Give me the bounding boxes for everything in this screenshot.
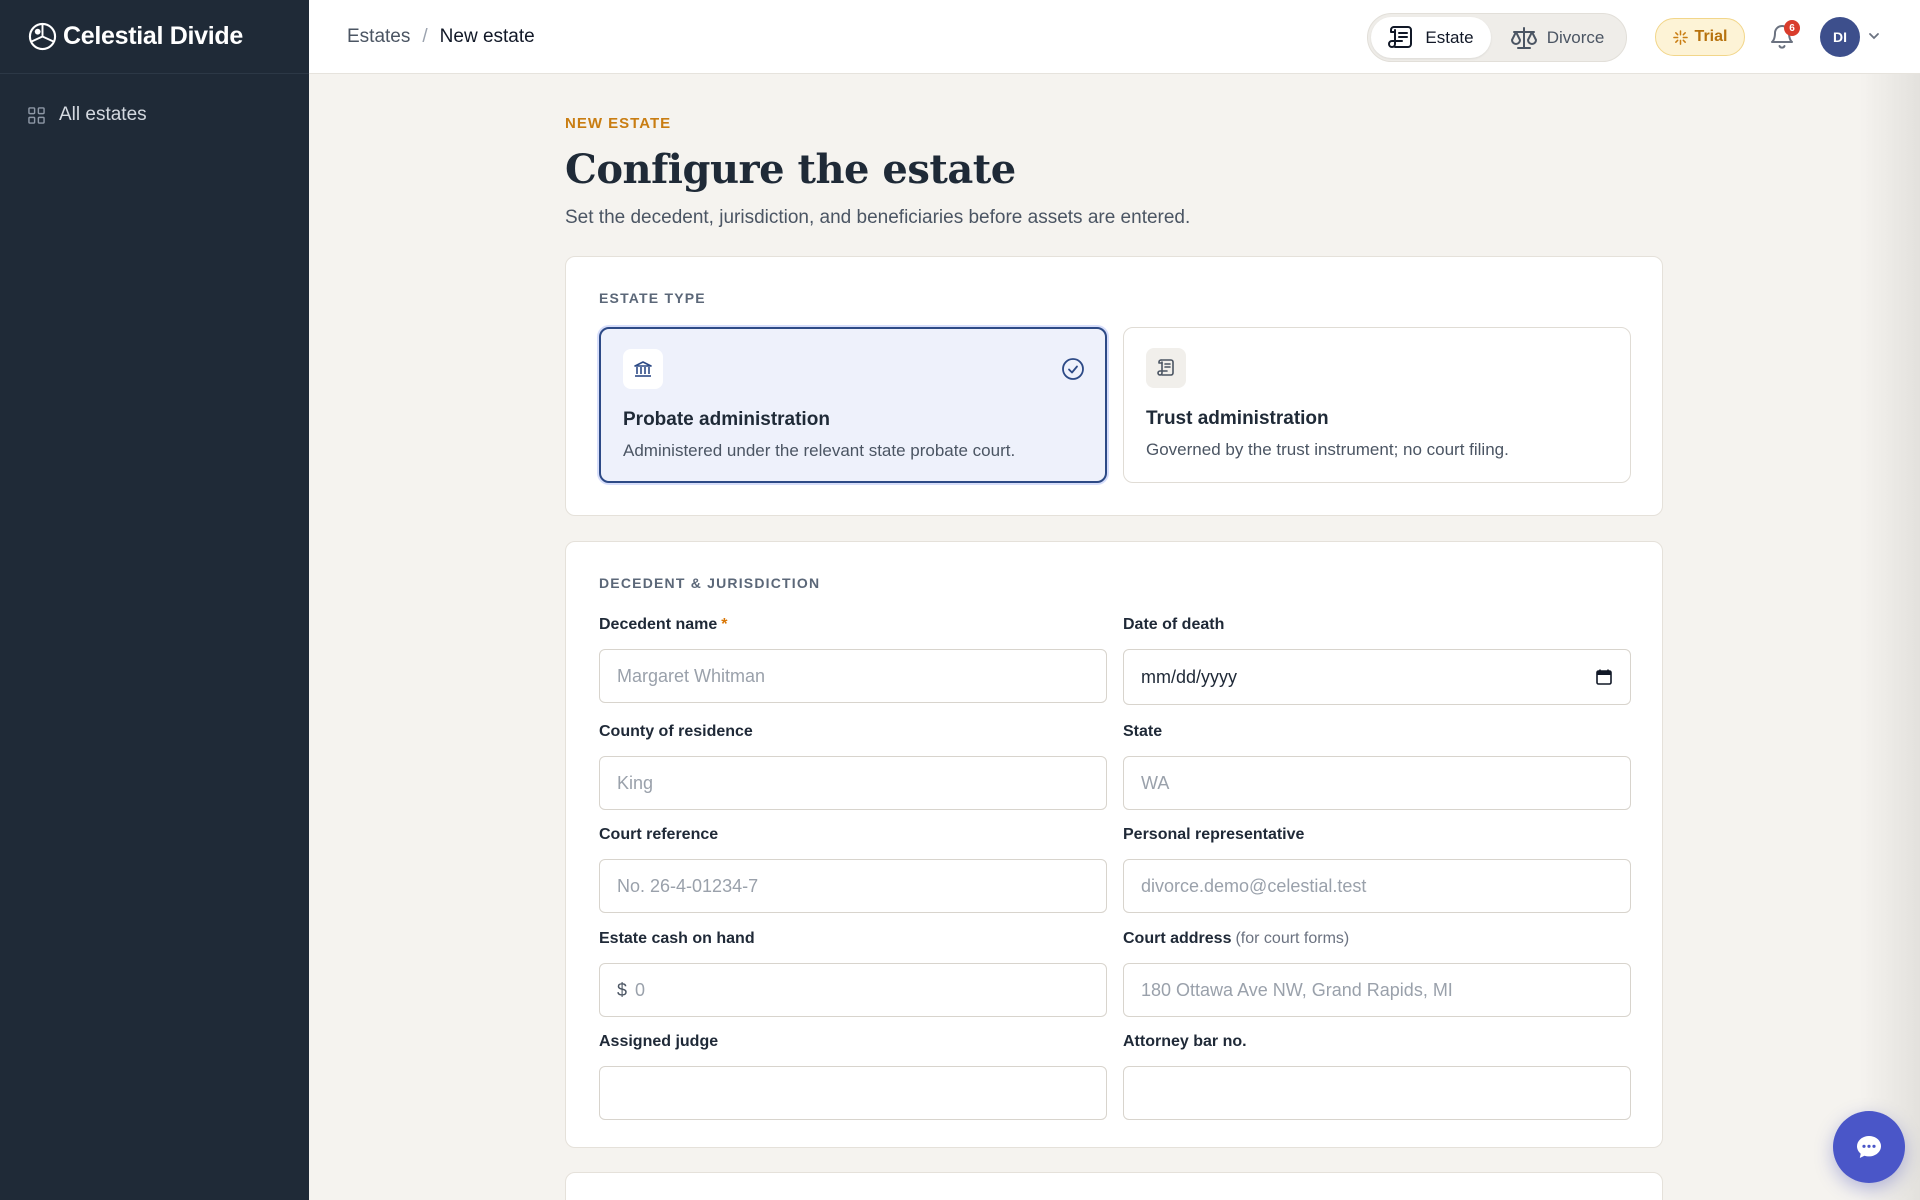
check-circle-icon	[1062, 358, 1084, 380]
court-reference-label: Court reference	[599, 826, 719, 843]
attorney-bar-field: Attorney bar no.	[1123, 1033, 1631, 1120]
state-label: State	[1123, 723, 1163, 740]
date-of-death-input[interactable]: mm/dd/yyyy	[1123, 649, 1631, 705]
mode-divorce-label: Divorce	[1546, 27, 1605, 47]
assigned-judge-field: Assigned judge	[599, 1033, 1107, 1120]
page-subtitle: Set the decedent, jurisdiction, and bene…	[565, 207, 1191, 228]
breadcrumb: Estates / New estate	[347, 0, 535, 74]
currency-prefix: $	[617, 979, 628, 1000]
court-address-label-text: Court address	[1123, 930, 1232, 947]
county-label: County of residence	[599, 723, 753, 740]
probate-icon-wrap	[623, 349, 663, 389]
mode-switch: Estate Divorce	[1367, 13, 1627, 62]
decedent-name-label: Decedent name *	[599, 616, 1107, 638]
cash-on-hand-field: Estate cash on hand $	[599, 930, 1107, 1017]
notifications-button[interactable]: 6	[1767, 20, 1800, 53]
scroll-icon	[1388, 25, 1413, 48]
sidebar-item-all-estates[interactable]: All estates	[0, 102, 309, 128]
main-content: NEW ESTATE Configure the estate Set the …	[565, 74, 1663, 1200]
assigned-judge-input[interactable]	[617, 1082, 1089, 1104]
estate-type-card: ESTATE TYPE Probate administration Admin…	[565, 256, 1663, 516]
mode-estate-label: Estate	[1425, 27, 1474, 47]
mode-divorce-button[interactable]: Divorce	[1491, 17, 1623, 58]
sidebar-item-label: All estates	[59, 104, 147, 125]
breadcrumb-separator: /	[422, 26, 428, 47]
trust-description: Governed by the trust instrument; no cou…	[1146, 440, 1509, 459]
breadcrumb-estates-link[interactable]: Estates	[347, 26, 410, 48]
grid-icon	[28, 106, 45, 124]
decedent-name-input-box	[599, 649, 1107, 703]
scroll-shadow	[1860, 74, 1920, 1200]
state-input-box	[1123, 756, 1631, 810]
court-address-label: Court address (for court forms)	[1123, 930, 1631, 952]
date-of-death-field: Date of death mm/dd/yyyy	[1123, 616, 1631, 705]
logo-icon	[28, 22, 57, 51]
personal-rep-label: Personal representative	[1123, 826, 1305, 843]
court-address-hint: (for court forms)	[1235, 930, 1350, 947]
court-address-input-box	[1123, 963, 1631, 1017]
next-section-card	[565, 1172, 1663, 1200]
breadcrumb-current: New estate	[439, 26, 535, 47]
personal-rep-field: Personal representative	[1123, 826, 1631, 913]
decedent-name-label-text: Decedent name	[599, 616, 718, 633]
date-of-death-label: Date of death	[1123, 616, 1225, 633]
trust-option[interactable]: Trust administration Governed by the tru…	[1123, 327, 1631, 483]
estate-type-heading: ESTATE TYPE	[599, 290, 706, 306]
topbar: Estates / New estate Estate Divorce Tria…	[309, 0, 1920, 74]
decedent-heading: DECEDENT & JURISDICTION	[599, 575, 821, 591]
trial-label: Trial	[1694, 28, 1728, 45]
decedent-card: DECEDENT & JURISDICTION Decedent name* D…	[565, 541, 1663, 1148]
probate-option[interactable]: Probate administration Administered unde…	[599, 327, 1107, 483]
trial-badge[interactable]: Trial	[1655, 18, 1745, 56]
sparkle-icon	[1672, 29, 1688, 45]
court-reference-input-box	[599, 859, 1107, 913]
scroll-icon	[1157, 359, 1174, 376]
cash-on-hand-input[interactable]	[635, 979, 1089, 1001]
county-input[interactable]	[617, 772, 1089, 794]
cash-on-hand-label: Estate cash on hand	[599, 930, 755, 947]
page-title: Configure the estate	[565, 146, 1016, 193]
probate-title: Probate administration	[623, 409, 830, 430]
probate-description: Administered under the relevant state pr…	[623, 441, 1016, 460]
decedent-name-field: Decedent name *	[599, 616, 1107, 703]
chat-bubble-icon	[1857, 1136, 1881, 1158]
assigned-judge-input-box	[599, 1066, 1107, 1120]
county-field: County of residence	[599, 723, 1107, 810]
court-address-field: Court address (for court forms)	[1123, 930, 1631, 1017]
state-field: State	[1123, 723, 1631, 810]
avatar[interactable]: DI	[1820, 17, 1860, 57]
attorney-bar-input[interactable]	[1141, 1082, 1613, 1104]
notification-count: 6	[1784, 20, 1800, 36]
sidebar: Celestial Divide All estates	[0, 0, 309, 1200]
court-address-input[interactable]	[1141, 979, 1613, 1001]
personal-rep-input[interactable]	[1141, 875, 1613, 897]
app-name: Celestial Divide	[63, 22, 244, 50]
chat-button[interactable]	[1833, 1111, 1905, 1183]
scale-icon	[1510, 26, 1537, 49]
trust-title: Trust administration	[1146, 408, 1329, 429]
state-input[interactable]	[1141, 772, 1613, 794]
required-marker: *	[721, 616, 728, 633]
attorney-bar-input-box	[1123, 1066, 1631, 1120]
brand[interactable]: Celestial Divide	[0, 0, 309, 74]
decedent-name-input[interactable]	[617, 665, 1089, 687]
mode-estate-button[interactable]: Estate	[1371, 17, 1491, 58]
court-reference-input[interactable]	[617, 875, 1089, 897]
attorney-bar-label: Attorney bar no.	[1123, 1033, 1247, 1050]
cash-on-hand-input-box: $	[599, 963, 1107, 1017]
county-input-box	[599, 756, 1107, 810]
page-eyebrow: NEW ESTATE	[565, 115, 672, 132]
court-reference-field: Court reference	[599, 826, 1107, 913]
calendar-icon[interactable]	[1595, 668, 1613, 686]
assigned-judge-label: Assigned judge	[599, 1033, 719, 1050]
personal-rep-input-box	[1123, 859, 1631, 913]
courthouse-icon	[634, 361, 652, 377]
date-of-death-value: mm/dd/yyyy	[1141, 666, 1238, 687]
chevron-down-icon[interactable]	[1867, 29, 1881, 43]
trust-icon-wrap	[1146, 348, 1186, 388]
